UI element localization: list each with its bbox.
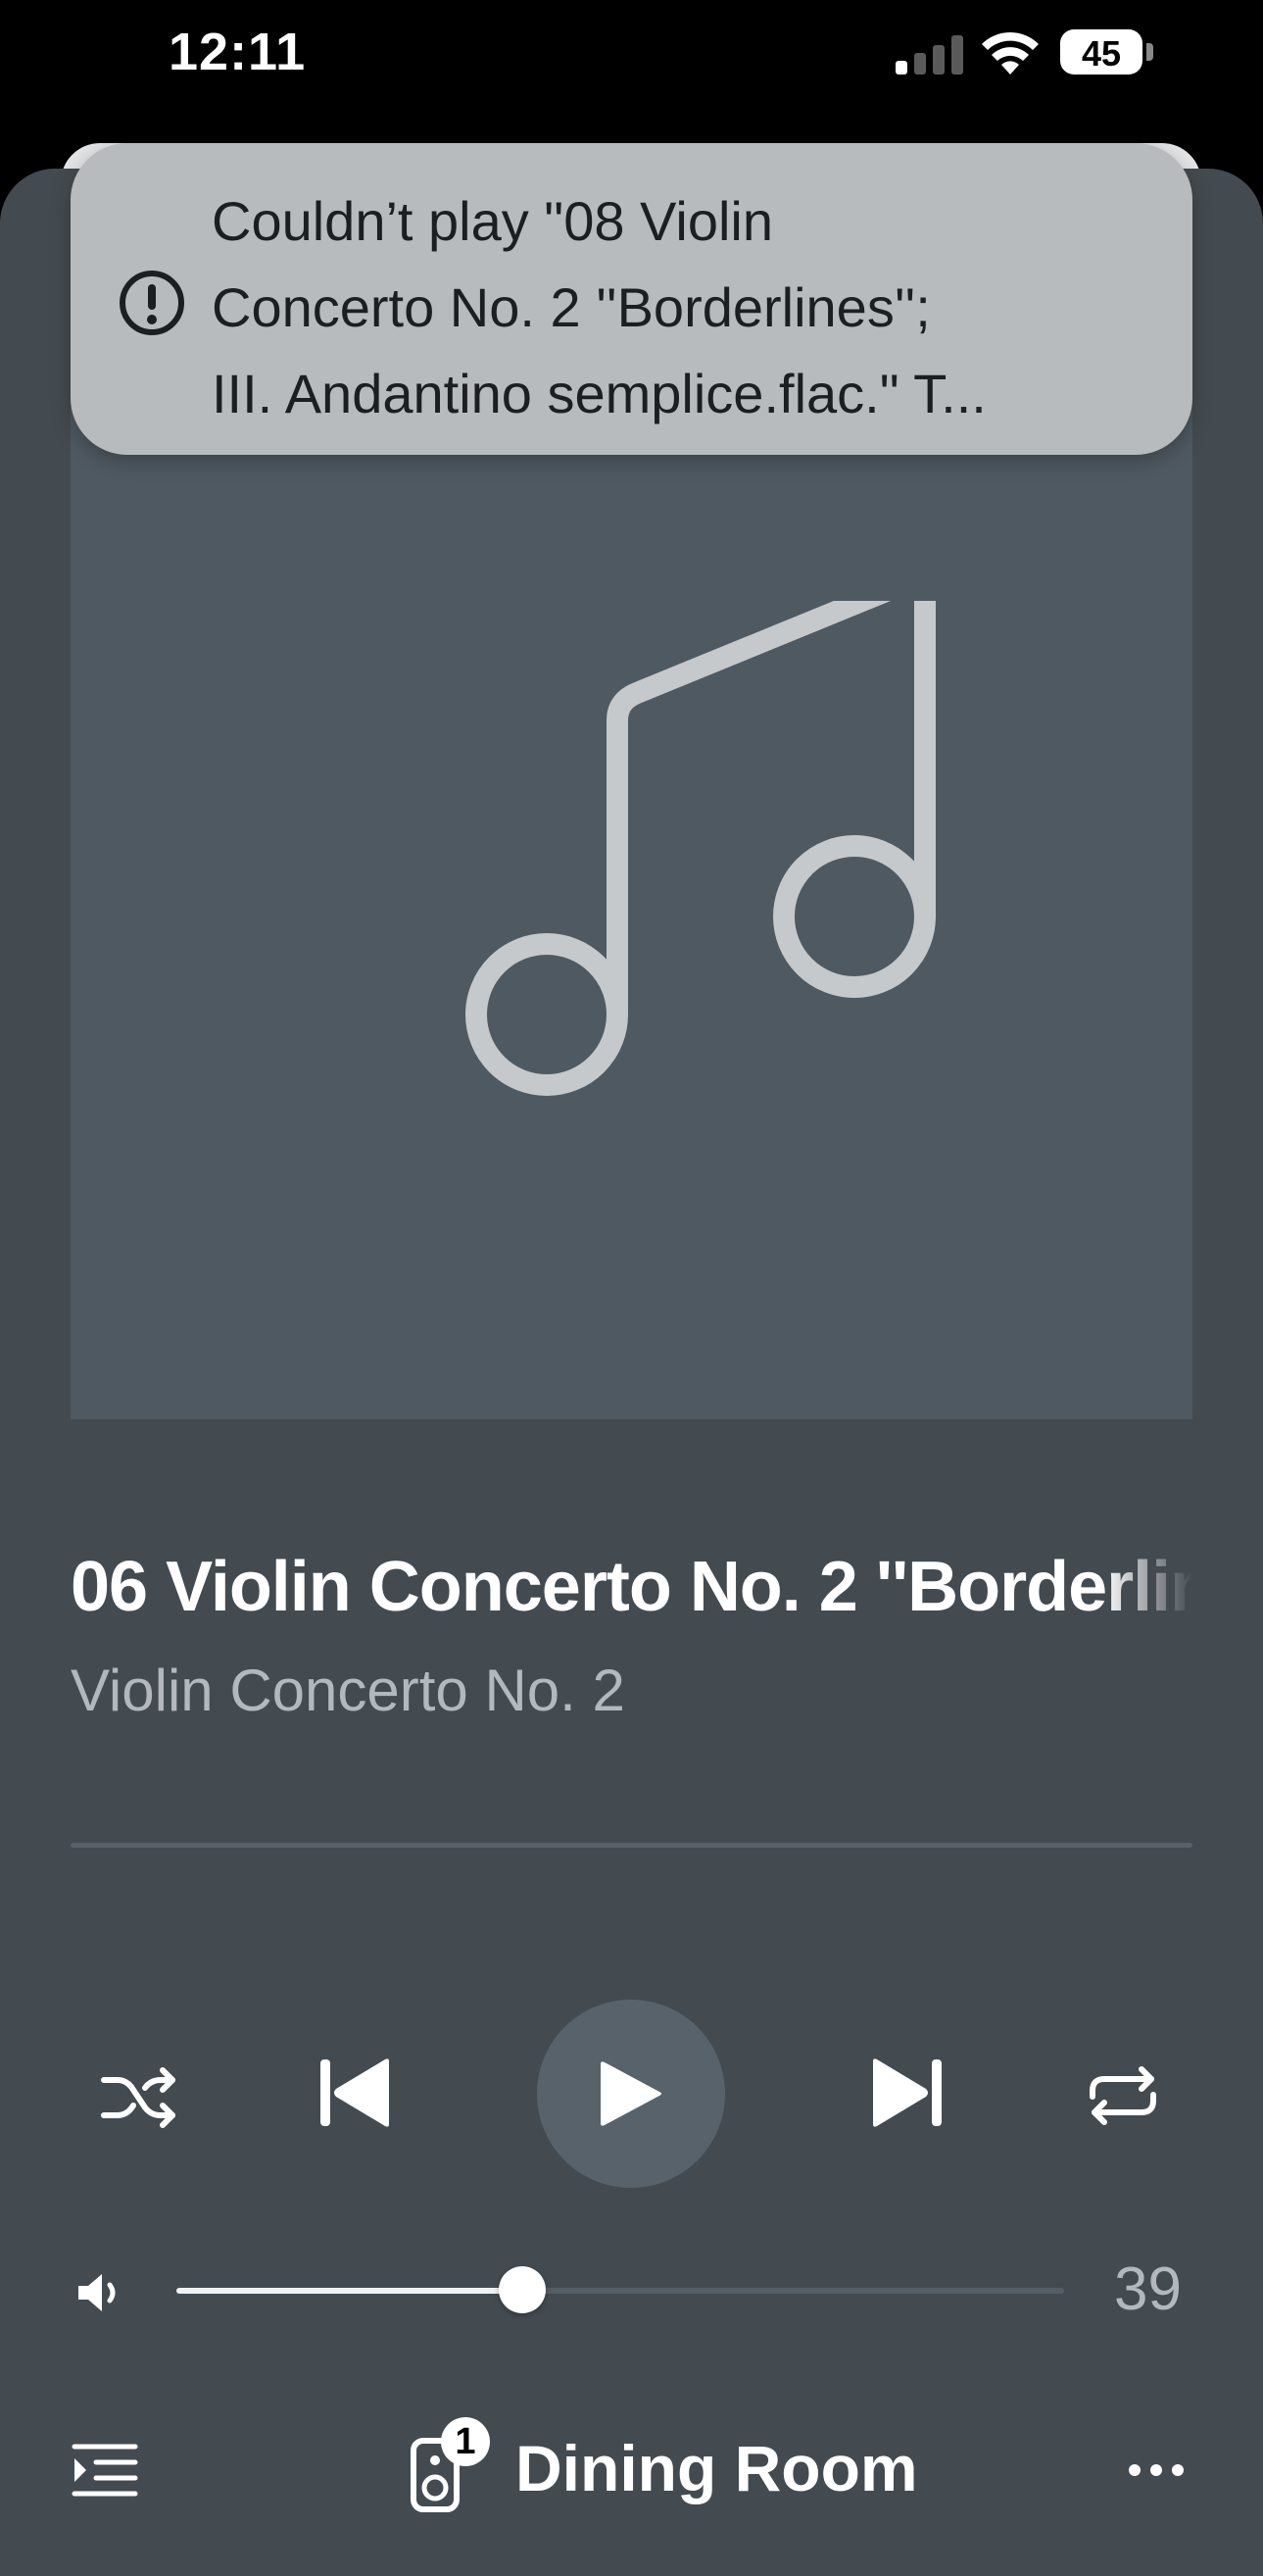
queue-icon[interactable] — [71, 2441, 139, 2500]
previous-track-button[interactable] — [312, 2049, 400, 2137]
play-icon — [601, 2061, 661, 2126]
repeat-button[interactable] — [1078, 2056, 1168, 2135]
battery-icon: 45 — [1060, 29, 1153, 76]
speaker-low-icon — [78, 2274, 116, 2311]
battery-level: 45 — [1081, 33, 1122, 74]
cellular-signal-icon — [896, 35, 963, 74]
wifi-icon — [982, 31, 1039, 74]
exclamation-circle-icon — [120, 271, 184, 335]
toast-message: Couldn’t play "08 Violin Concerto No. 2 … — [212, 178, 1172, 437]
toast-line: Concerto No. 2 ''Borderlines''; — [212, 276, 931, 338]
volume-value: 39 — [1114, 2255, 1182, 2323]
music-note-icon — [465, 601, 936, 1096]
more-icon[interactable] — [1127, 2460, 1186, 2480]
speaker-count-badge: 1 — [441, 2417, 490, 2466]
bottom-bar: 1 Dining Room — [0, 2417, 1263, 2519]
toast-line: Couldn’t play "08 Violin — [212, 190, 773, 252]
toast-line: III. Andantino semplice.flac." T... — [212, 363, 987, 424]
repeat-icon — [1090, 2066, 1156, 2125]
track-title: 06 Violin Concerto No. 2 ''Borderlines'' — [71, 1548, 1192, 1626]
track-album[interactable]: Violin Concerto No. 2 — [71, 1657, 625, 1724]
shuffle-button[interactable] — [94, 2058, 184, 2137]
playback-progress-bar[interactable] — [71, 1843, 1192, 1848]
volume-slider-fill — [176, 2288, 523, 2294]
shuffle-icon — [101, 2067, 175, 2128]
volume-slider-thumb[interactable] — [499, 2266, 547, 2313]
next-track-icon — [873, 2058, 942, 2127]
transport-controls — [0, 2000, 1263, 2188]
error-toast[interactable]: Couldn’t play "08 Violin Concerto No. 2 … — [71, 143, 1192, 455]
next-track-button[interactable] — [862, 2049, 950, 2137]
volume-slider-track[interactable] — [176, 2288, 1064, 2294]
previous-track-icon — [320, 2058, 389, 2127]
room-name[interactable]: Dining Room — [515, 2431, 918, 2505]
status-bar: 12:11 45 — [0, 0, 1263, 137]
status-time: 12:11 — [169, 23, 307, 81]
play-button[interactable] — [537, 2000, 725, 2188]
